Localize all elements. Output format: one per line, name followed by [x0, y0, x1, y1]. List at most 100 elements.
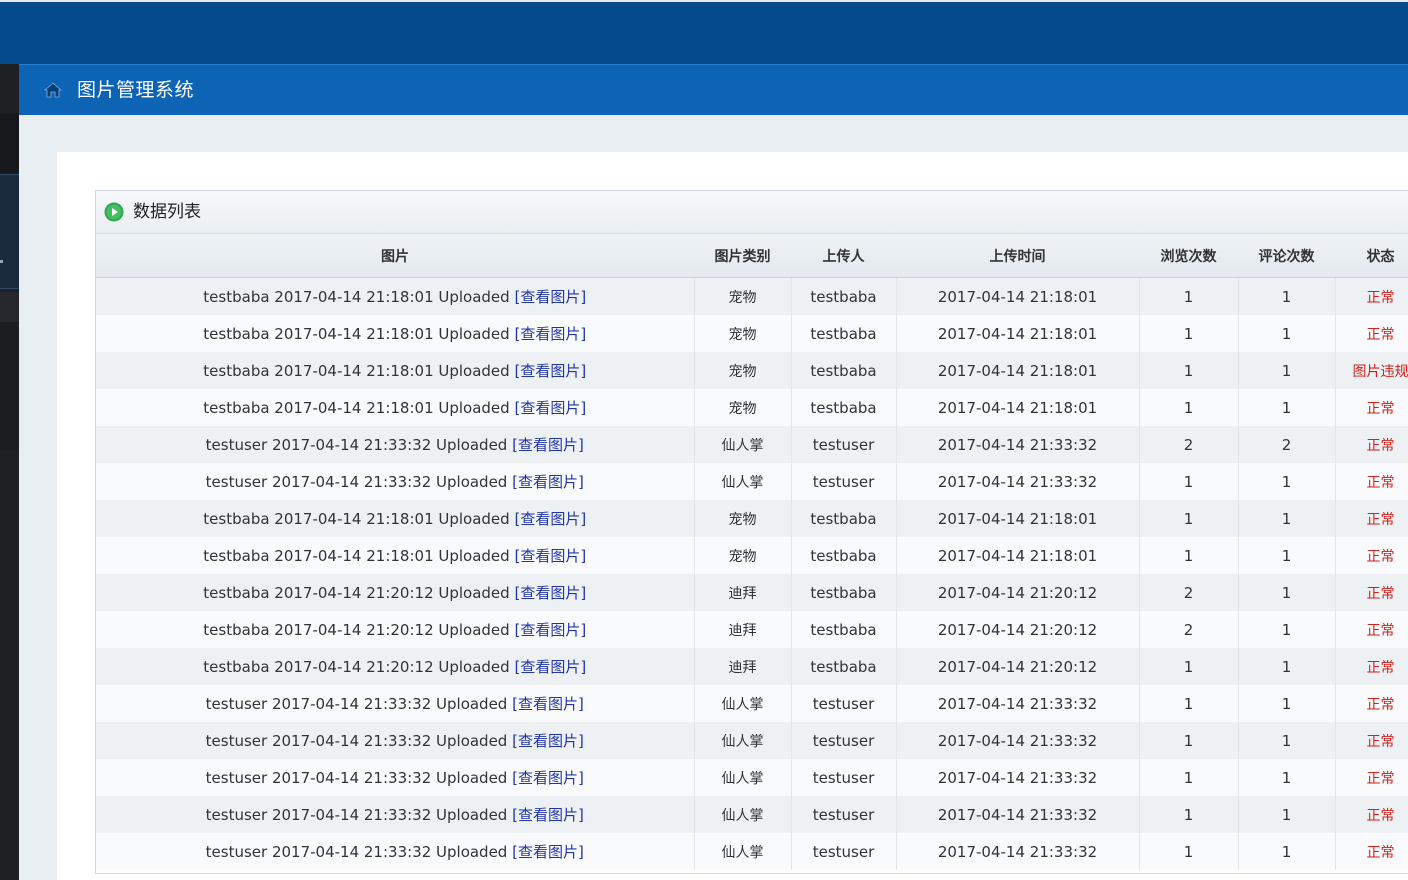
- table-row: testbaba 2017-04-14 21:18:01 Uploaded [查…: [96, 352, 1408, 389]
- views-cell: 1: [1139, 648, 1239, 685]
- comments-cell: 1: [1238, 537, 1336, 574]
- image-cell: testuser 2017-04-14 21:33:32 Uploaded [查…: [96, 833, 695, 870]
- views-cell: 1: [1139, 759, 1239, 796]
- image-cell: testbaba 2017-04-14 21:18:01 Uploaded [查…: [96, 389, 695, 426]
- views-cell: 1: [1139, 685, 1239, 722]
- comments-cell: 1: [1238, 796, 1336, 833]
- card-title: 数据列表: [133, 202, 201, 222]
- view-image-link[interactable]: [查看图片]: [512, 473, 584, 491]
- sidebar-segment[interactable]: [0, 292, 19, 322]
- category-cell: 宠物: [694, 500, 792, 537]
- view-image-link[interactable]: [查看图片]: [514, 658, 586, 676]
- home-icon[interactable]: [44, 82, 62, 98]
- uploader-cell: testbaba: [791, 537, 897, 574]
- category-cell: 仙人掌: [694, 426, 792, 463]
- upload-time-cell: 2017-04-14 21:33:32: [896, 759, 1140, 796]
- view-image-link[interactable]: [查看图片]: [512, 436, 584, 454]
- status-cell: 正常: [1335, 722, 1408, 759]
- comments-cell: 1: [1238, 500, 1336, 537]
- column-header-views[interactable]: 浏览次数: [1139, 234, 1238, 278]
- image-cell: testuser 2017-04-14 21:33:32 Uploaded [查…: [96, 463, 695, 500]
- upload-time-cell: 2017-04-14 21:18:01: [896, 537, 1140, 574]
- upload-time-cell: 2017-04-14 21:18:01: [896, 389, 1140, 426]
- image-cell: testuser 2017-04-14 21:33:32 Uploaded [查…: [96, 685, 695, 722]
- image-cell: testbaba 2017-04-14 21:18:01 Uploaded [查…: [96, 537, 695, 574]
- view-image-link[interactable]: [查看图片]: [514, 325, 586, 343]
- column-header-category[interactable]: 图片类别: [694, 234, 791, 278]
- uploader-cell: testbaba: [791, 648, 897, 685]
- upload-time-cell: 2017-04-14 21:18:01: [896, 277, 1140, 315]
- sidebar-segment[interactable]: [0, 114, 19, 174]
- comments-cell: 1: [1238, 611, 1336, 648]
- sidebar-segment[interactable]: [0, 322, 19, 450]
- views-cell: 1: [1139, 389, 1239, 426]
- image-caption: testuser 2017-04-14 21:33:32 Uploaded: [205, 473, 508, 491]
- comments-cell: 1: [1238, 277, 1336, 315]
- status-cell: 正常: [1335, 648, 1408, 685]
- view-image-link[interactable]: [查看图片]: [512, 695, 584, 713]
- view-image-link[interactable]: [查看图片]: [514, 399, 586, 417]
- uploader-cell: testbaba: [791, 389, 897, 426]
- sidebar-segment-active[interactable]: [0, 174, 19, 289]
- image-caption: testuser 2017-04-14 21:33:32 Uploaded: [205, 806, 508, 824]
- upload-time-cell: 2017-04-14 21:18:01: [896, 500, 1140, 537]
- views-cell: 1: [1139, 315, 1239, 352]
- view-image-link[interactable]: [查看图片]: [514, 584, 586, 602]
- status-cell: 正常: [1335, 685, 1408, 722]
- views-cell: 1: [1139, 500, 1239, 537]
- view-image-link[interactable]: [查看图片]: [512, 732, 584, 750]
- column-header-comments[interactable]: 评论次数: [1238, 234, 1335, 278]
- uploader-cell: testbaba: [791, 277, 897, 315]
- view-image-link[interactable]: [查看图片]: [514, 547, 586, 565]
- views-cell: 2: [1139, 574, 1239, 611]
- category-cell: 仙人掌: [694, 463, 792, 500]
- image-caption: testbaba 2017-04-14 21:18:01 Uploaded: [203, 325, 510, 343]
- upload-time-cell: 2017-04-14 21:33:32: [896, 722, 1140, 759]
- uploader-cell: testuser: [791, 722, 897, 759]
- table-row: testbaba 2017-04-14 21:20:12 Uploaded [查…: [96, 611, 1408, 648]
- category-cell: 仙人掌: [694, 759, 792, 796]
- views-cell: 1: [1139, 833, 1239, 870]
- table-row: testuser 2017-04-14 21:33:32 Uploaded [查…: [96, 685, 1408, 722]
- upload-time-cell: 2017-04-14 21:33:32: [896, 796, 1140, 833]
- view-image-link[interactable]: [查看图片]: [512, 843, 584, 861]
- view-image-link[interactable]: [查看图片]: [514, 621, 586, 639]
- status-cell: 正常: [1335, 537, 1408, 574]
- column-header-image[interactable]: 图片: [96, 234, 694, 278]
- upload-time-cell: 2017-04-14 21:18:01: [896, 315, 1140, 352]
- sidebar-marker: [0, 260, 3, 263]
- uploader-cell: testbaba: [791, 315, 897, 352]
- image-cell: testuser 2017-04-14 21:33:32 Uploaded [查…: [96, 796, 695, 833]
- table-row: testbaba 2017-04-14 21:18:01 Uploaded [查…: [96, 277, 1408, 315]
- category-cell: 宠物: [694, 315, 792, 352]
- column-header-uploader[interactable]: 上传人: [791, 234, 896, 278]
- view-image-link[interactable]: [查看图片]: [512, 806, 584, 824]
- category-cell: 仙人掌: [694, 833, 792, 870]
- view-image-link[interactable]: [查看图片]: [514, 288, 586, 306]
- category-cell: 宠物: [694, 389, 792, 426]
- status-cell: 正常: [1335, 611, 1408, 648]
- image-cell: testbaba 2017-04-14 21:20:12 Uploaded [查…: [96, 648, 695, 685]
- image-cell: testbaba 2017-04-14 21:18:01 Uploaded [查…: [96, 315, 695, 352]
- image-caption: testuser 2017-04-14 21:33:32 Uploaded: [205, 769, 508, 787]
- uploader-cell: testbaba: [791, 611, 897, 648]
- status-cell: 正常: [1335, 833, 1408, 870]
- column-header-upload-time[interactable]: 上传时间: [896, 234, 1139, 278]
- category-cell: 宠物: [694, 537, 792, 574]
- table-body: testbaba 2017-04-14 21:18:01 Uploaded [查…: [96, 277, 1408, 870]
- upload-time-cell: 2017-04-14 21:20:12: [896, 574, 1140, 611]
- view-image-link[interactable]: [查看图片]: [514, 510, 586, 528]
- top-banner: [0, 0, 1408, 64]
- view-image-link[interactable]: [查看图片]: [514, 362, 586, 380]
- table-row: testbaba 2017-04-14 21:20:12 Uploaded [查…: [96, 648, 1408, 685]
- view-image-link[interactable]: [查看图片]: [512, 769, 584, 787]
- image-caption: testbaba 2017-04-14 21:18:01 Uploaded: [203, 362, 510, 380]
- comments-cell: 1: [1238, 759, 1336, 796]
- column-header-status[interactable]: 状态: [1335, 234, 1408, 278]
- image-caption: testbaba 2017-04-14 21:18:01 Uploaded: [203, 510, 510, 528]
- views-cell: 1: [1139, 537, 1239, 574]
- data-table: 图片 图片类别 上传人 上传时间 浏览次数 评论次数 状态 testbaba 2…: [96, 234, 1408, 870]
- upload-time-cell: 2017-04-14 21:33:32: [896, 685, 1140, 722]
- views-cell: 1: [1139, 722, 1239, 759]
- image-cell: testbaba 2017-04-14 21:20:12 Uploaded [查…: [96, 574, 695, 611]
